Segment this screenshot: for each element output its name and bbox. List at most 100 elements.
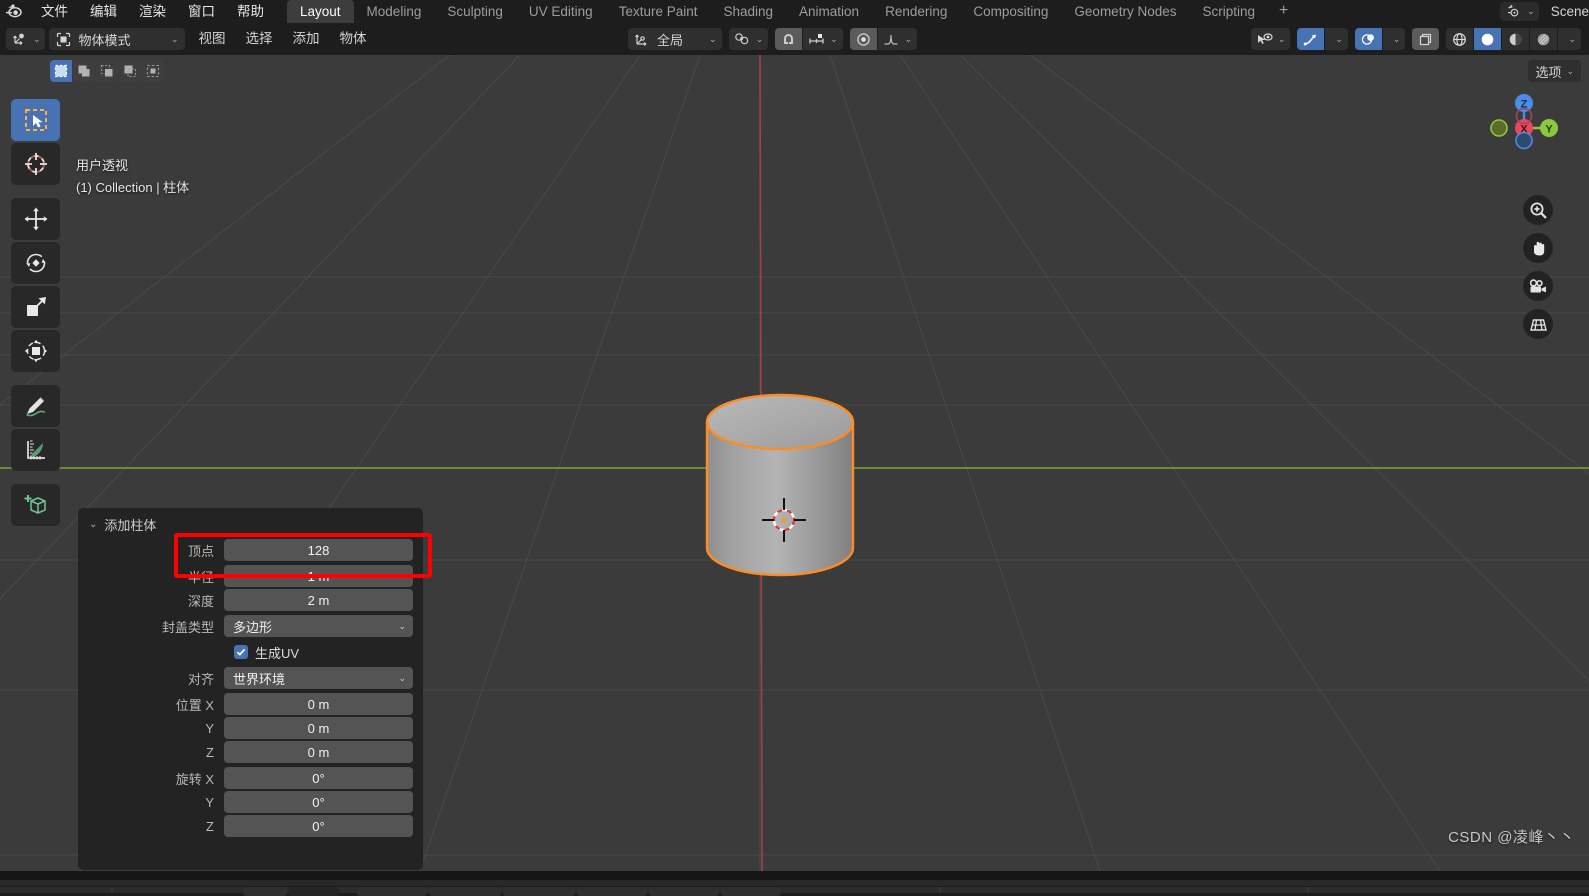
transform-orientation-selector[interactable]: 全局 ⌄	[628, 28, 722, 50]
checkbox-generate-uvs[interactable]	[234, 645, 248, 659]
input-location-z[interactable]: 0 m	[224, 741, 413, 763]
tool-scale[interactable]	[11, 286, 60, 328]
timeline-button-6[interactable]	[577, 887, 647, 896]
tool-select-box[interactable]	[11, 99, 60, 141]
input-radius[interactable]: 1 m	[224, 565, 413, 587]
add-workspace-button[interactable]: +	[1268, 0, 1299, 23]
navigation-gizmo[interactable]: Z Y X	[1481, 85, 1567, 171]
top-bar: 文件 编辑 渲染 窗口 帮助 Layout Modeling Sculpting…	[0, 0, 1589, 23]
tool-transform[interactable]	[11, 330, 60, 372]
editor-type-button[interactable]: ⌄	[6, 28, 45, 50]
transform-orientation-label: 全局	[657, 32, 684, 48]
timeline-button-7[interactable]	[649, 887, 719, 896]
timeline-button-8[interactable]	[721, 887, 781, 896]
shading-rendered-button[interactable]	[1530, 28, 1558, 50]
tab-geometry-nodes[interactable]: Geometry Nodes	[1061, 0, 1189, 23]
timeline-button-1[interactable]	[243, 887, 287, 896]
input-rotation-y[interactable]: 0°	[224, 791, 413, 813]
timeline-button-5[interactable]	[503, 887, 575, 896]
tool-annotate[interactable]	[11, 385, 60, 427]
timeline-buttons	[243, 887, 781, 896]
snap-magnet-toggle[interactable]	[775, 28, 803, 50]
field-row-rotation-y: Y 0°	[86, 791, 413, 813]
camera-view-button[interactable]	[1523, 271, 1553, 301]
shading-solid-button[interactable]	[1474, 28, 1502, 50]
pivot-point-selector[interactable]: ⌄	[728, 28, 769, 50]
tab-rendering[interactable]: Rendering	[872, 0, 960, 23]
tab-texture-paint[interactable]: Texture Paint	[606, 0, 711, 23]
input-location-x[interactable]: 0 m	[224, 693, 413, 715]
toggle-orthographic-button[interactable]	[1523, 309, 1553, 339]
select-extend-button[interactable]	[73, 60, 95, 82]
scene-browse-button[interactable]: ⌄	[1500, 2, 1539, 21]
field-row-cap-fill-type: 封盖类型 多边形 ⌄	[86, 615, 413, 637]
timeline-button-3[interactable]	[357, 887, 427, 896]
shading-material-button[interactable]	[1502, 28, 1530, 50]
interaction-mode-chevron-down-icon: ⌄	[171, 33, 179, 44]
select-cap-fill-type[interactable]: 多边形 ⌄	[224, 615, 413, 637]
tab-animation[interactable]: Animation	[786, 0, 872, 23]
scene-name[interactable]: Scene	[1543, 4, 1589, 19]
overlay-options-selector[interactable]: ⌄	[1382, 28, 1406, 50]
show-gizmo-toggle[interactable]	[1297, 28, 1325, 50]
timeline-strip	[0, 880, 1589, 893]
select-invert-button[interactable]	[119, 60, 141, 82]
tool-move[interactable]	[11, 198, 60, 240]
tab-shading[interactable]: Shading	[710, 0, 786, 23]
tool-measure[interactable]	[11, 429, 60, 471]
tab-modeling[interactable]: Modeling	[354, 0, 435, 23]
label-align: 对齐	[187, 671, 214, 687]
cylinder-object[interactable]	[690, 360, 880, 590]
pan-button[interactable]	[1523, 233, 1553, 263]
show-overlays-toggle[interactable]	[1354, 28, 1382, 50]
align-chevron-down-icon: ⌄	[398, 672, 406, 683]
input-rotation-x[interactable]: 0°	[224, 767, 413, 789]
snap-target-selector[interactable]: ⌄	[803, 28, 843, 50]
timeline-button-2[interactable]	[289, 887, 339, 896]
3d-cursor-icon	[762, 498, 806, 542]
viewport-options-button[interactable]: 选项 ⌄	[1528, 60, 1581, 82]
tool-cursor[interactable]	[11, 143, 60, 185]
shading-wireframe-button[interactable]	[1446, 28, 1474, 50]
select-set-button[interactable]	[50, 60, 72, 82]
tool-add-cube[interactable]	[11, 484, 60, 526]
menu-render[interactable]: 渲染	[128, 0, 177, 23]
object-visibility-selector[interactable]: ⌄	[1250, 28, 1291, 50]
select-align[interactable]: 世界环境 ⌄	[224, 667, 413, 689]
input-depth[interactable]: 2 m	[224, 589, 413, 611]
gizmo-options-selector[interactable]: ⌄	[1325, 28, 1348, 50]
proportional-falloff-selector[interactable]: ⌄	[877, 28, 918, 50]
operator-panel-header[interactable]: ⌄ 添加柱体	[86, 514, 413, 534]
interaction-mode-selector[interactable]: 物体模式 ⌄	[48, 28, 185, 50]
tool-rotate[interactable]	[11, 242, 60, 284]
viewport-menu-add[interactable]: 添加	[283, 28, 330, 50]
viewport-menu-select[interactable]: 选择	[236, 28, 283, 50]
timeline-button-4[interactable]	[429, 887, 501, 896]
input-vertices[interactable]: 128	[224, 539, 413, 561]
toolbar-separator-2	[11, 374, 60, 383]
menu-window[interactable]: 窗口	[177, 0, 226, 23]
toggle-xray-button[interactable]	[1412, 28, 1440, 50]
tab-layout[interactable]: Layout	[287, 0, 354, 23]
menu-help[interactable]: 帮助	[226, 0, 275, 23]
proportional-edit-toggle[interactable]	[849, 28, 877, 50]
tab-uv-editing[interactable]: UV Editing	[516, 0, 606, 23]
input-rotation-z[interactable]: 0°	[224, 815, 413, 837]
editor-type-chevron-down-icon: ⌄	[33, 33, 41, 44]
input-location-y[interactable]: 0 m	[224, 717, 413, 739]
tab-compositing[interactable]: Compositing	[960, 0, 1061, 23]
viewport-menu-view[interactable]: 视图	[189, 28, 236, 50]
timeline-editor[interactable]	[0, 880, 1589, 896]
menu-file[interactable]: 文件	[30, 0, 79, 23]
blender-logo-icon[interactable]	[0, 0, 30, 23]
falloff-chevron-down-icon: ⌄	[904, 33, 913, 44]
shading-options-selector[interactable]: ⌄	[1558, 28, 1581, 50]
menu-edit[interactable]: 编辑	[79, 0, 128, 23]
overlay-circles-icon	[1360, 31, 1377, 48]
tab-scripting[interactable]: Scripting	[1189, 0, 1268, 23]
zoom-button[interactable]	[1523, 195, 1553, 225]
select-subtract-button[interactable]	[96, 60, 118, 82]
viewport-menu-object[interactable]: 物体	[330, 28, 377, 50]
select-intersect-button[interactable]	[142, 60, 164, 82]
tab-sculpting[interactable]: Sculpting	[434, 0, 516, 23]
